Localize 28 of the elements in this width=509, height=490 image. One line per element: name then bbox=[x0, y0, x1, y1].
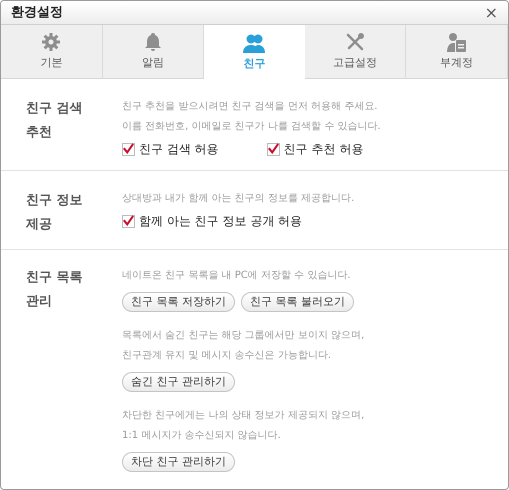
window-title: 환경설정 bbox=[11, 4, 63, 22]
action-button[interactable]: 숨긴 친구 관리하기 bbox=[122, 372, 235, 392]
checkbox-label: 함께 아는 친구 정보 공개 허용 bbox=[139, 213, 302, 230]
description-text: 네이트온 친구 목록을 내 PC에 저장할 수 있습니다. bbox=[122, 269, 352, 283]
tools-icon bbox=[345, 32, 366, 52]
checkbox-label: 친구 추천 허용 bbox=[284, 141, 364, 158]
tab[interactable]: 기본 bbox=[1, 25, 103, 79]
action-button[interactable]: 친구 목록 불러오기 bbox=[241, 292, 354, 312]
profile-document-icon bbox=[446, 32, 467, 52]
section-heading: 친구 목록 관리 bbox=[26, 269, 84, 311]
bell-icon bbox=[142, 32, 163, 52]
description-text: 친구 추천을 받으시려면 친구 검색을 먼저 허용해 주세요. 이름 전화번호, 이메일로 친구가 나를 검색할 수 있습니다. bbox=[122, 100, 381, 134]
checkbox[interactable] bbox=[266, 142, 280, 156]
checkbox-label: 친구 검색 허용 bbox=[139, 141, 219, 158]
people-icon bbox=[243, 32, 266, 53]
tab[interactable]: 고급설정 bbox=[304, 25, 406, 79]
description-text: 차단한 친구에게는 나의 상태 정보가 제공되지 않으며, 1:1 메시지가 송수신되지 않습니다. bbox=[122, 409, 364, 443]
tab[interactable]: 부계정 bbox=[406, 25, 508, 79]
checkbox[interactable] bbox=[122, 214, 135, 228]
section-heading: 친구 정보 제공 bbox=[26, 192, 84, 234]
description-text: 목록에서 숨긴 친구는 해당 그룹에서만 보이지 않으며, 친구관계 유지 및 메시지 송수신은 가능합니다. bbox=[122, 329, 364, 363]
gear-icon bbox=[41, 32, 62, 52]
description-text: 상대방과 내가 함께 아는 친구의 정보를 제공합니다. bbox=[122, 192, 354, 206]
checkbox[interactable] bbox=[122, 142, 135, 156]
action-button[interactable]: 차단 친구 관리하기 bbox=[122, 452, 235, 472]
section-heading: 친구 검색 추천 bbox=[26, 100, 84, 142]
close-button[interactable]: × bbox=[484, 4, 498, 20]
action-button[interactable]: 친구 목록 저장하기 bbox=[122, 292, 235, 312]
